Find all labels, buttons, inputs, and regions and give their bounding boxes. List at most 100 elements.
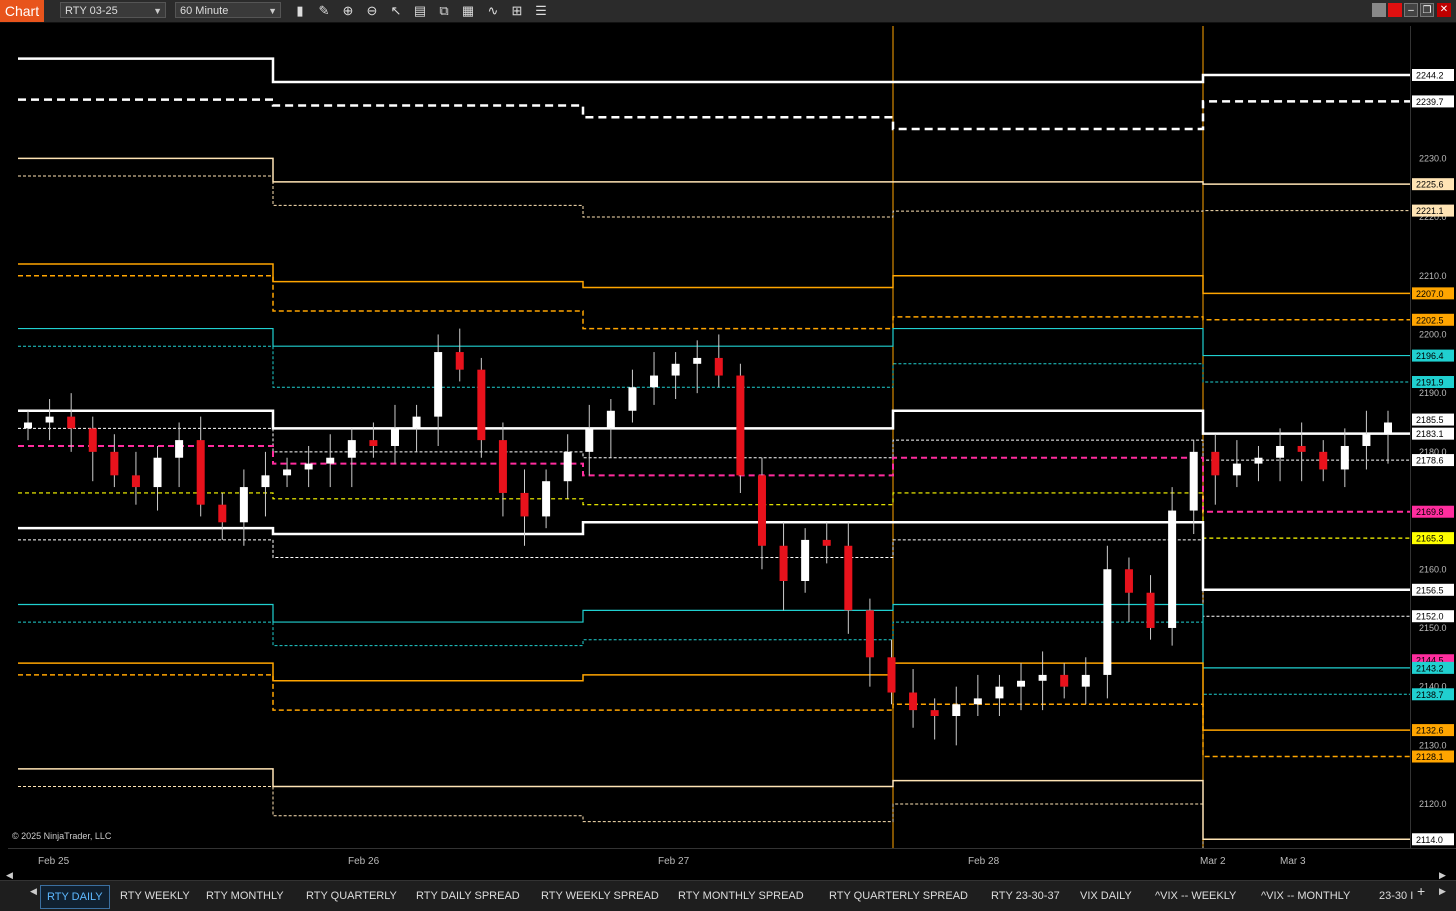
tab-rty-quarterly[interactable]: RTY QUARTERLY	[300, 885, 403, 907]
candle-body	[1146, 592, 1155, 628]
candle-body	[283, 469, 292, 476]
price-marker-label: 2128.1	[1416, 752, 1444, 762]
candle-body	[520, 492, 529, 517]
candle-body	[390, 428, 399, 446]
candle-body	[865, 610, 874, 658]
minimize-icon[interactable]: –	[1404, 3, 1418, 17]
candle-body	[973, 698, 982, 705]
zoom-out-icon[interactable]: ⊖	[364, 3, 380, 19]
level-line	[18, 603, 1410, 669]
candle-body	[1384, 422, 1392, 435]
price-marker-label: 2239.7	[1416, 97, 1444, 107]
tab-rty-monthly[interactable]: RTY MONTHLY	[200, 885, 290, 907]
properties-icon[interactable]: ☰	[533, 3, 549, 19]
time-axis[interactable]: Feb 25 Feb 26 Feb 27 Feb 28 Mar 2 Mar 3	[8, 848, 1456, 871]
candle-body	[736, 375, 745, 476]
chart-toolbar: Chart RTY 03-25 ▼ 60 Minute ▼ ▮ ✎ ⊕ ⊖ ↖ …	[0, 0, 1456, 23]
candle-body	[714, 357, 723, 376]
pencil-icon[interactable]: ✎	[316, 3, 332, 19]
candle-body	[1124, 569, 1133, 593]
time-axis-label: Mar 3	[1280, 856, 1306, 867]
level-line	[18, 263, 1410, 295]
level-line	[18, 674, 1410, 758]
tab-vix-monthly[interactable]: ^VIX -- MONTHLY	[1255, 885, 1356, 907]
candle-body	[952, 704, 961, 717]
close-icon[interactable]: ✕	[1437, 3, 1451, 17]
price-axis[interactable]: 2230.02220.02210.02200.02190.02180.02160…	[1410, 26, 1456, 848]
candle-body	[844, 545, 853, 611]
tab-rty-monthly-spread[interactable]: RTY MONTHLY SPREAD	[672, 885, 810, 907]
price-marker-label: 2165.3	[1416, 534, 1444, 544]
link-icon[interactable]	[1372, 3, 1386, 17]
level-line	[18, 521, 1410, 592]
tab-rty-23-30-37[interactable]: RTY 23-30-37	[985, 885, 1066, 907]
tab-rty-weekly[interactable]: RTY WEEKLY	[114, 885, 196, 907]
candle-body	[1211, 451, 1220, 476]
tab-rty-daily-spread[interactable]: RTY DAILY SPREAD	[410, 885, 526, 907]
candle-body	[1081, 674, 1090, 687]
tab-scroll-left-icon[interactable]: ◀	[30, 886, 37, 897]
candle-body	[455, 352, 464, 370]
chevron-down-icon: ▼	[268, 6, 277, 16]
candle-body	[930, 710, 939, 717]
candle-body	[628, 387, 637, 411]
price-marker-label: 2202.5	[1416, 315, 1444, 325]
price-marker-label: 2138.7	[1416, 690, 1444, 700]
price-marker-label: 2185.5	[1416, 415, 1444, 425]
interval-selector[interactable]: 60 Minute ▼	[175, 2, 281, 18]
maximize-icon[interactable]: ❐	[1420, 3, 1434, 17]
axis-tick-label: 2160.0	[1419, 564, 1447, 574]
tab-rty-quarterly-spread[interactable]: RTY QUARTERLY SPREAD	[823, 885, 974, 907]
instrument-selector[interactable]: RTY 03-25 ▼	[60, 2, 166, 18]
tab-vix-daily[interactable]: VIX DAILY	[1074, 885, 1138, 907]
time-axis-label: Feb 28	[968, 856, 1000, 867]
copyright-notice: © 2025 NinjaTrader, LLC	[12, 831, 112, 841]
candle-body	[175, 440, 184, 458]
level-line	[18, 785, 1204, 848]
axis-tick-label: 2200.0	[1419, 329, 1447, 339]
strategies-icon[interactable]: ⊞	[509, 3, 525, 19]
candle-body	[326, 457, 335, 464]
bar-type-icon[interactable]: ▮	[292, 3, 308, 19]
level-line	[18, 409, 1410, 435]
candle-body	[563, 451, 572, 482]
tab-23-30-i[interactable]: 23-30 I	[1373, 885, 1419, 907]
chevron-down-icon: ▼	[153, 6, 162, 16]
data-box-icon[interactable]: ▤	[412, 3, 428, 19]
candle-body	[347, 440, 356, 458]
candle-body	[67, 416, 76, 429]
add-tab-icon[interactable]: +	[1417, 883, 1425, 899]
candle-body	[88, 428, 97, 452]
level-line	[18, 662, 1410, 731]
candle-body	[498, 440, 507, 493]
level-line	[18, 427, 1410, 461]
tab-vix-weekly[interactable]: ^VIX -- WEEKLY	[1149, 885, 1242, 907]
indicators-icon[interactable]: ∿	[485, 3, 501, 19]
candle-body	[822, 539, 831, 546]
axis-tick-label: 2210.0	[1419, 271, 1447, 281]
tab-rty-weekly-spread[interactable]: RTY WEEKLY SPREAD	[535, 885, 665, 907]
candle-body	[1189, 451, 1198, 511]
tab-scroll-right-icon[interactable]: ▶	[1439, 886, 1446, 897]
candle-body	[434, 352, 443, 417]
tab-rty-daily[interactable]: RTY DAILY	[40, 885, 110, 909]
price-marker-label: 2207.0	[1416, 289, 1444, 299]
level-line	[18, 157, 1410, 185]
candle-body	[801, 539, 810, 581]
candle-body	[1254, 457, 1263, 464]
pointer-icon[interactable]: ↖	[388, 3, 404, 19]
chart-trader-icon[interactable]: ▦	[460, 3, 476, 19]
level-line	[18, 345, 1410, 388]
chart-tabs: RTY DAILY RTY WEEKLY RTY MONTHLY RTY QUARTE…	[0, 880, 1456, 911]
level-line	[18, 57, 1410, 84]
candle-body	[1017, 680, 1026, 687]
price-chart[interactable]	[8, 26, 1410, 848]
color-link-icon[interactable]	[1388, 3, 1402, 17]
candle-body	[779, 545, 788, 581]
candle-body	[693, 357, 702, 364]
templates-icon[interactable]: ⧉	[436, 3, 452, 19]
price-marker-label: 2221.1	[1416, 206, 1444, 216]
zoom-in-icon[interactable]: ⊕	[340, 3, 356, 19]
price-marker-label: 2191.9	[1416, 378, 1444, 388]
price-marker-label: 2156.5	[1416, 585, 1444, 595]
